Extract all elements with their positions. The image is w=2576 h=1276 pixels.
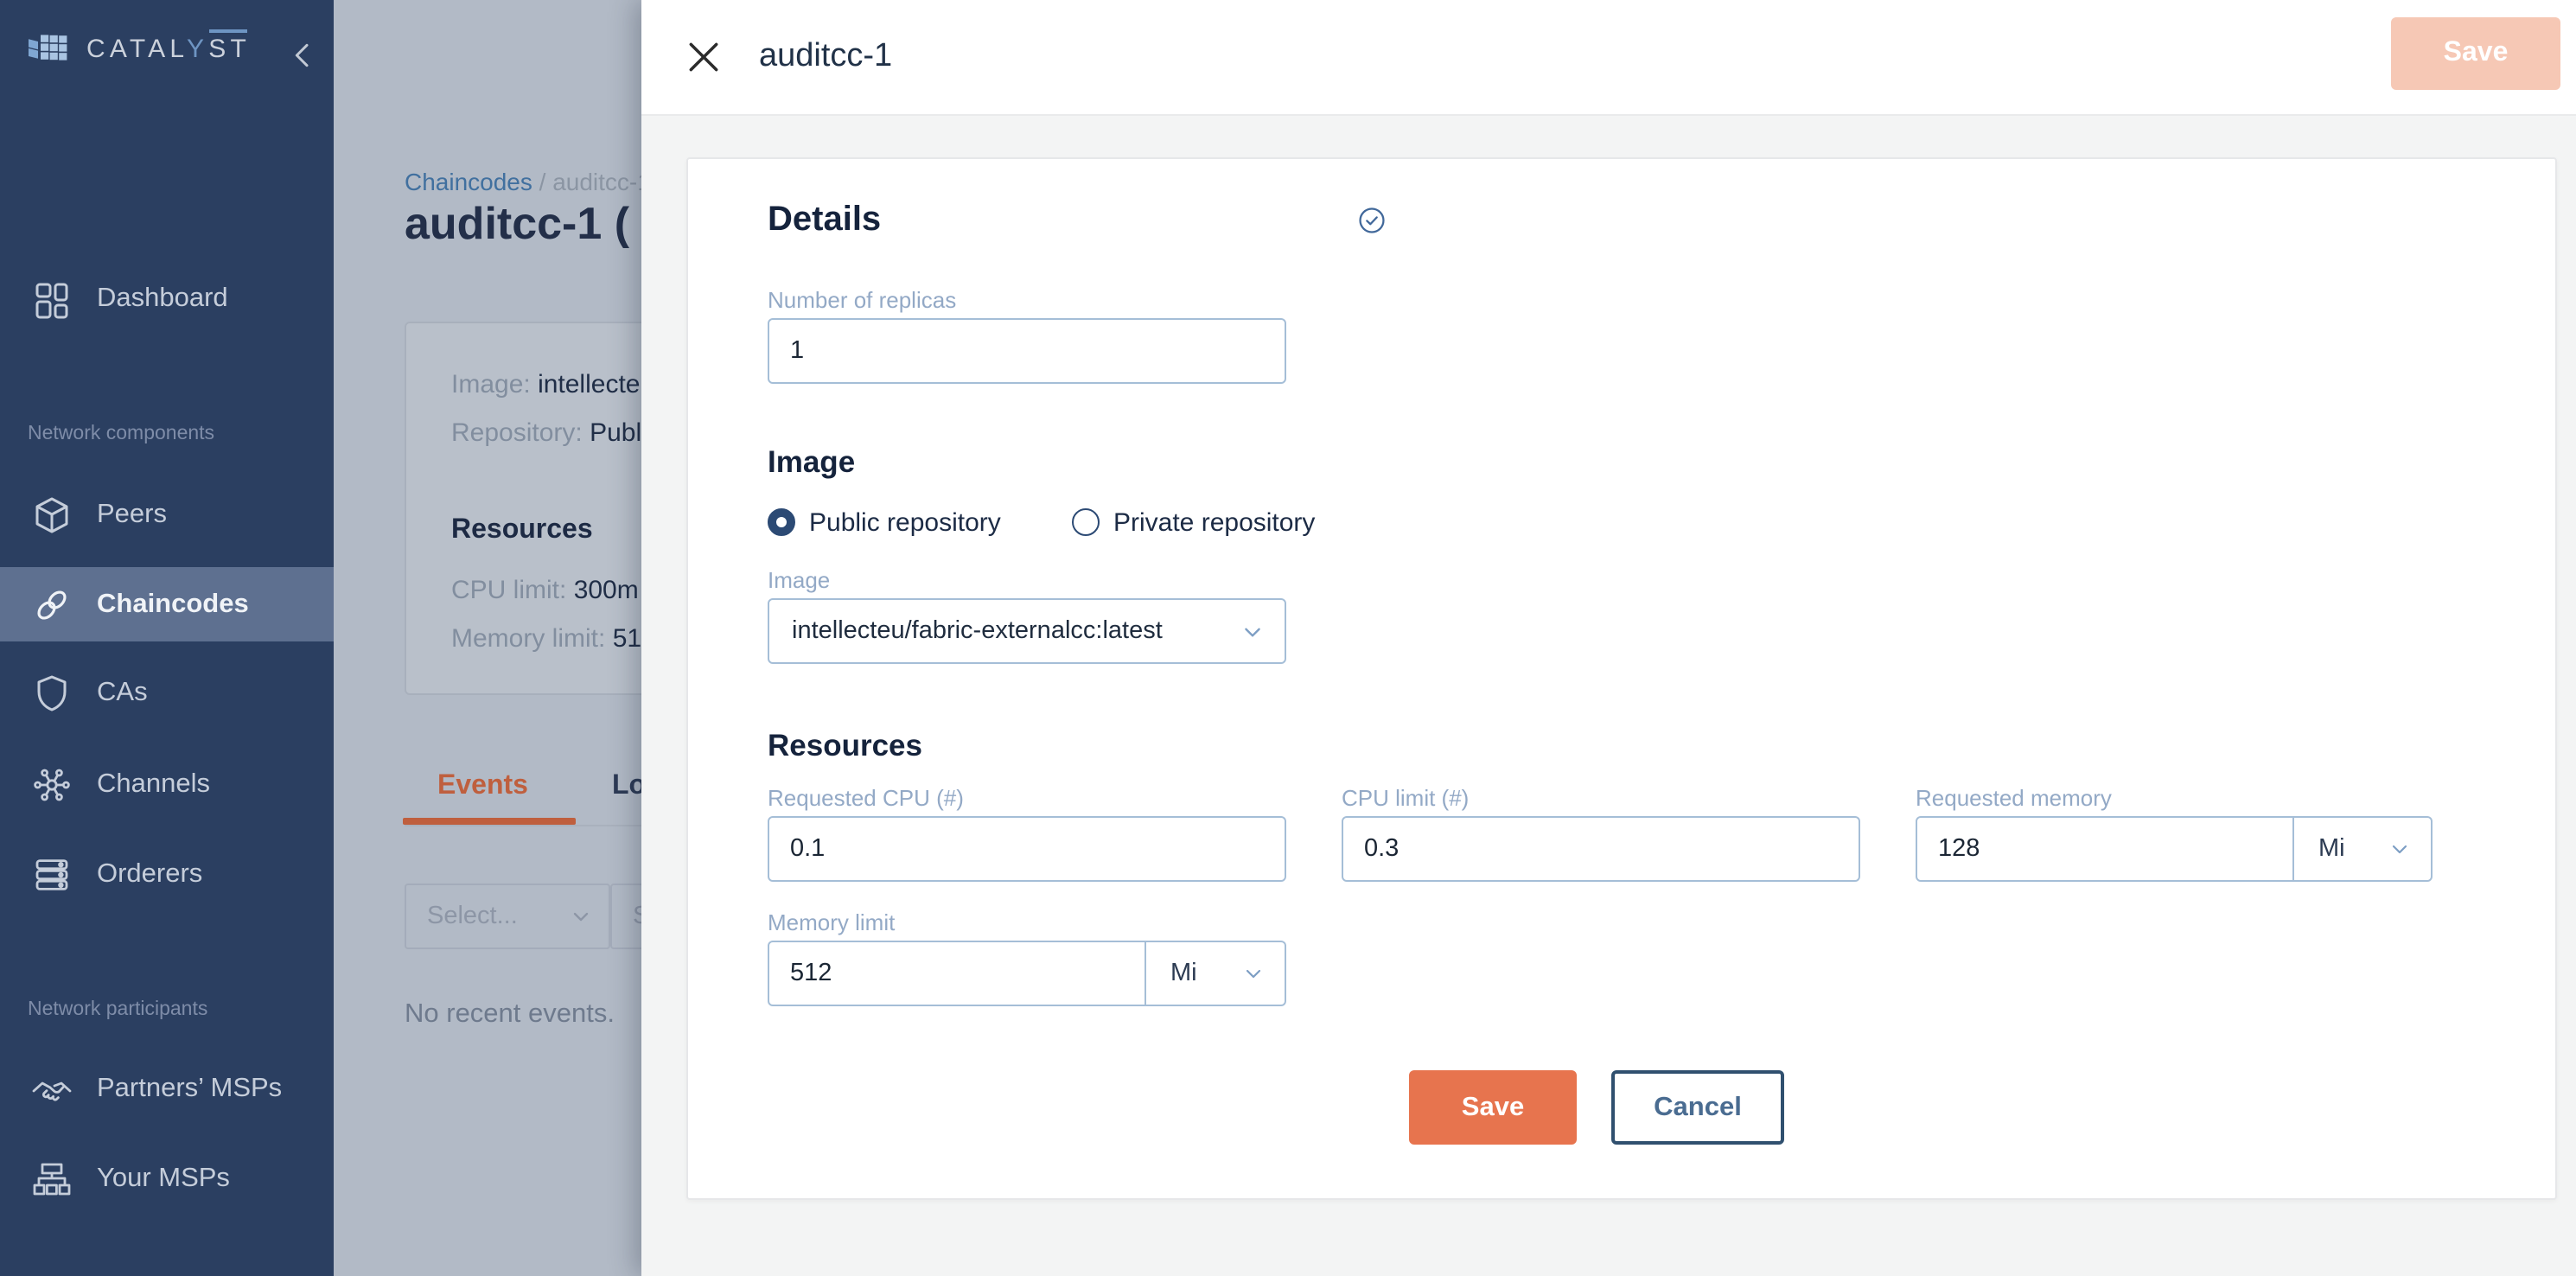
summary-resources-heading: Resources [451,515,593,545]
sidebar-item-your-msps[interactable]: Your MSPs [0,1142,334,1216]
breadcrumb-current: auditcc-1 [552,168,651,195]
event-filter-select-1[interactable]: Select... [405,884,610,949]
image-field-label: Image [768,567,831,593]
hub-icon [31,764,73,806]
sidebar-section-network-components: Network components [28,424,215,444]
save-button[interactable]: Save [1409,1070,1577,1145]
dashboard-icon [31,278,73,320]
details-heading: Details [768,201,882,239]
sidebar-item-peers[interactable]: Peers [0,478,334,552]
shield-icon [31,673,73,714]
breadcrumb-chaincodes-link[interactable]: Chaincodes [405,168,532,195]
breadcrumb-separator: / [532,168,553,195]
chevron-down-icon [1243,963,1264,984]
requested-cpu-label: Requested CPU (#) [768,785,964,811]
tab-active-indicator [403,818,576,825]
memory-limit-unit-select[interactable]: Mi [1146,941,1286,1006]
radio-private-repository-label[interactable]: Private repository [1113,508,1315,538]
sidebar-section-network-participants: Network participants [28,999,208,1020]
empty-events-message: No recent events. [405,999,615,1029]
drawer-header: auditcc-1 Save [641,0,2576,116]
memory-limit-input[interactable] [768,941,1146,1006]
details-card [685,157,2556,1200]
summary-image-row: Image: intellecteu [451,370,655,399]
sidebar-item-channels[interactable]: Channels [0,748,334,822]
sidebar-item-chaincodes[interactable]: Chaincodes [0,567,334,641]
replicas-input[interactable] [768,318,1286,384]
handshake-icon [31,1069,73,1110]
sidebar-item-dashboard[interactable]: Dashboard [0,262,334,336]
summary-cpu-limit-row: CPU limit: 300m [451,576,639,605]
image-select[interactable]: intellecteu/fabric-externalcc:latest [768,598,1286,664]
cube-icon [31,494,73,536]
sidebar-item-orderers[interactable]: Orderers [0,838,334,912]
breadcrumb: Chaincodes / auditcc-1 [405,168,651,195]
sidebar-item-partners-msps[interactable]: Partners’ MSPs [0,1052,334,1126]
summary-memory-limit-row: Memory limit: 512 [451,624,656,654]
check-circle-icon [1357,206,1387,235]
catalyst-cube-logo-icon [28,29,73,69]
servers-icon [31,854,73,896]
requested-cpu-input[interactable] [768,816,1286,882]
radio-public-repository[interactable] [768,508,795,536]
cancel-button[interactable]: Cancel [1611,1070,1784,1145]
requested-memory-unit-select[interactable]: Mi [2294,816,2433,882]
cpu-limit-label: CPU limit (#) [1342,785,1470,811]
drawer-save-button-disabled[interactable]: Save [2391,17,2560,90]
chevron-down-icon [2389,839,2410,859]
application-root: Chaincodes / auditcc-1 auditcc-1 ( Image… [0,0,2576,1276]
chain-icon [31,584,73,625]
resources-section-heading: Resources [768,728,922,762]
brand-name: CATALYST [86,29,251,64]
chevron-down-icon [571,906,591,927]
radio-public-repository-label[interactable]: Public repository [809,508,1001,538]
radio-private-repository[interactable] [1072,508,1100,536]
sidebar-item-cas[interactable]: CAs [0,656,334,731]
summary-repository-row: Repository: Public [451,418,660,448]
sidebar-collapse-button[interactable] [285,38,320,73]
edit-chaincode-drawer: auditcc-1 Save Details Number of replica… [641,0,2576,1276]
image-section-heading: Image [768,444,856,479]
requested-memory-input[interactable] [1916,816,2294,882]
memory-limit-label: Memory limit [768,909,896,935]
chevron-down-icon [1241,620,1264,642]
tab-events[interactable]: Events [437,771,528,802]
sidebar: CATALYST Dashboard Network components Pe… [0,0,334,1276]
page-title: auditcc-1 ( [405,197,630,249]
drawer-title: auditcc-1 [759,38,893,74]
sitemap-icon [31,1158,73,1200]
brand-logo: CATALYST [28,29,251,69]
cpu-limit-input[interactable] [1342,816,1860,882]
replicas-label: Number of replicas [768,287,957,313]
requested-memory-label: Requested memory [1916,785,2112,811]
close-icon[interactable] [685,38,723,76]
